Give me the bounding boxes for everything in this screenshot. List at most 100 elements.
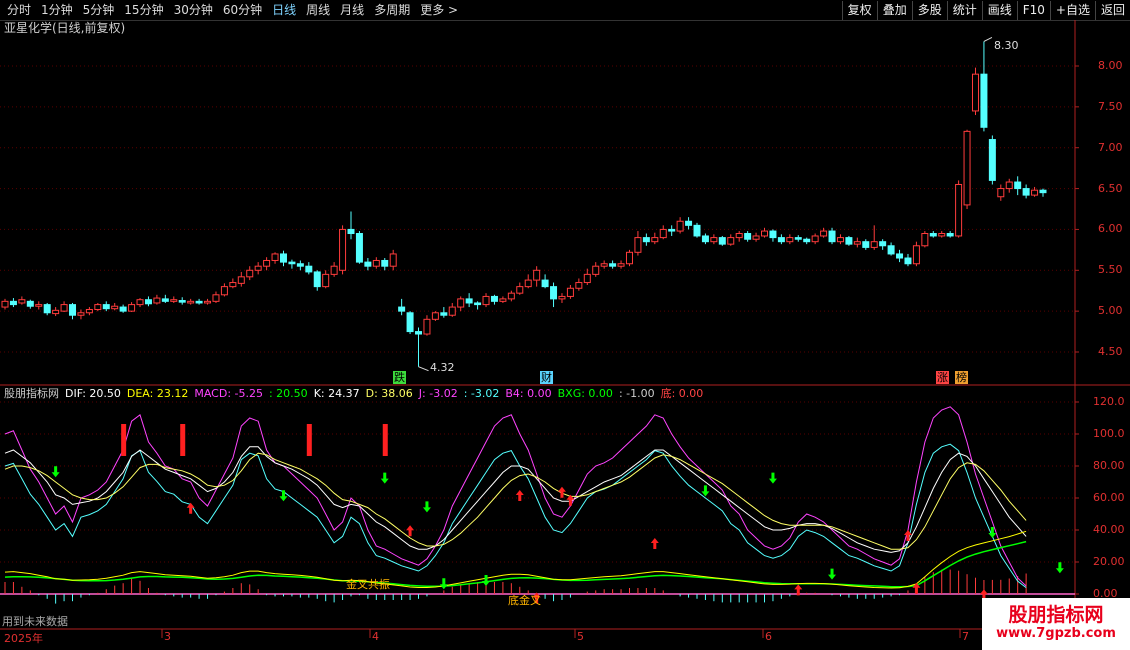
action-button-3[interactable]: 统计 bbox=[946, 0, 982, 20]
candle-body bbox=[524, 279, 532, 288]
candle-body bbox=[212, 294, 220, 302]
action-button-4[interactable]: 画线 bbox=[981, 0, 1017, 20]
candle-body bbox=[1022, 188, 1030, 196]
low-price-label: 4.32 bbox=[430, 361, 455, 374]
candle-body bbox=[752, 235, 760, 240]
candle-body bbox=[710, 237, 718, 243]
candle-body bbox=[625, 251, 633, 265]
candle-body bbox=[431, 312, 439, 320]
candle-body bbox=[921, 233, 929, 247]
price-tick-label: 8.00 bbox=[1098, 59, 1123, 72]
di-value: 底: 0.00 bbox=[660, 387, 704, 400]
period-tab-3[interactable]: 15分钟 bbox=[119, 0, 168, 20]
dif-value: DIF: 20.50 bbox=[65, 387, 121, 400]
candle-body bbox=[600, 263, 608, 267]
candle-body bbox=[575, 282, 583, 289]
price-tick-label: 4.50 bbox=[1098, 345, 1123, 358]
candle-body bbox=[583, 273, 591, 284]
price-tick-label: 6.00 bbox=[1098, 222, 1123, 236]
period-tab-1[interactable]: 1分钟 bbox=[36, 0, 78, 20]
candle-body bbox=[904, 257, 912, 265]
indicator-name[interactable]: 股朋指标网 bbox=[4, 387, 59, 401]
down-arrow-icon bbox=[768, 472, 777, 484]
price-tick-label: 7.00 bbox=[1098, 140, 1123, 154]
b4-value: B4: 0.00 bbox=[505, 387, 552, 400]
period-tab-2[interactable]: 5分钟 bbox=[78, 0, 120, 20]
ind-tick-label: 120.0 bbox=[1093, 395, 1125, 408]
candle-body bbox=[18, 299, 26, 304]
down-arrow-icon bbox=[1055, 562, 1064, 574]
candle-body bbox=[853, 241, 861, 245]
watermark-title: 股朋指标网 bbox=[1008, 604, 1104, 626]
period-tab-10[interactable]: 更多 > bbox=[415, 0, 463, 20]
candle-body bbox=[870, 241, 878, 248]
action-button-6[interactable]: +自选 bbox=[1049, 0, 1095, 20]
candle-body bbox=[69, 304, 77, 316]
v1-value: : 20.50 bbox=[268, 387, 308, 400]
candle-body bbox=[26, 300, 34, 307]
period-tab-6[interactable]: 日线 bbox=[267, 0, 301, 20]
annot-bottom-cross: 底金叉 bbox=[508, 594, 541, 607]
k-line bbox=[4, 446, 1027, 553]
marker-zhang: 涨 bbox=[936, 371, 949, 384]
candle-body bbox=[744, 233, 752, 240]
action-button-5[interactable]: F10 bbox=[1016, 0, 1050, 20]
candle-body bbox=[263, 259, 271, 267]
period-tab-9[interactable]: 多周期 bbox=[369, 0, 415, 20]
action-button-7[interactable]: 返回 bbox=[1094, 0, 1130, 20]
candle-body bbox=[769, 230, 777, 239]
candle-body bbox=[735, 233, 743, 239]
candle-body bbox=[229, 282, 237, 288]
candle-body bbox=[279, 253, 287, 263]
dea-line bbox=[4, 530, 1027, 589]
bxg-value: BXG: 0.00 bbox=[557, 387, 613, 400]
high-pointer bbox=[983, 37, 993, 42]
watermark-logo: 股朋指标网 www.7gpzb.com bbox=[982, 598, 1130, 650]
candle-body bbox=[786, 237, 794, 243]
date-label: 4 bbox=[372, 630, 379, 643]
ind-tick-label: 100.0 bbox=[1093, 427, 1125, 440]
down-arrow-icon bbox=[828, 568, 837, 580]
period-tab-5[interactable]: 60分钟 bbox=[218, 0, 267, 20]
candle-body bbox=[415, 331, 423, 335]
candle-body bbox=[651, 237, 659, 243]
price-tick-label: 5.50 bbox=[1098, 263, 1123, 277]
period-tab-0[interactable]: 分时 bbox=[2, 0, 36, 20]
period-tab-4[interactable]: 30分钟 bbox=[169, 0, 218, 20]
candle-body bbox=[170, 299, 178, 302]
candle-body bbox=[955, 183, 963, 237]
date-label: 3 bbox=[164, 630, 171, 643]
candle-body bbox=[355, 233, 363, 263]
k-value: K: 24.37 bbox=[313, 387, 360, 400]
action-button-1[interactable]: 叠加 bbox=[876, 0, 912, 20]
date-label: 6 bbox=[765, 630, 772, 643]
red-bar-signal bbox=[121, 424, 127, 456]
annot-golden-cross: 金叉共振 bbox=[346, 578, 390, 591]
candle-body bbox=[727, 237, 735, 245]
action-button-2[interactable]: 多股 bbox=[911, 0, 947, 20]
candle-body bbox=[347, 228, 355, 235]
d-value: D: 38.06 bbox=[365, 387, 413, 400]
candle-body bbox=[204, 300, 212, 304]
candle-body bbox=[718, 237, 726, 245]
candle-body bbox=[153, 297, 161, 304]
date-label: 2025年 bbox=[4, 632, 43, 645]
candle-body bbox=[246, 269, 254, 278]
macd-value: MACD: -5.25 bbox=[194, 387, 263, 400]
period-tab-8[interactable]: 月线 bbox=[335, 0, 369, 20]
candle-body bbox=[398, 306, 406, 312]
candle-body bbox=[288, 261, 296, 265]
marker-bang: 榜 bbox=[955, 371, 968, 384]
marker-die: 跌 bbox=[393, 371, 406, 384]
action-button-0[interactable]: 复权 bbox=[841, 0, 877, 20]
stock-title[interactable]: 亚星化学(日线,前复权) bbox=[4, 22, 125, 35]
candle-body bbox=[988, 139, 996, 181]
candle-body bbox=[220, 286, 228, 296]
candle-body bbox=[761, 230, 769, 237]
candle-body bbox=[912, 245, 920, 265]
period-tab-7[interactable]: 周线 bbox=[301, 0, 335, 20]
candle-body bbox=[896, 253, 904, 259]
v2-value: : -3.02 bbox=[463, 387, 500, 400]
candle-body bbox=[9, 300, 17, 306]
future-data-note: 用到未来数据 bbox=[2, 615, 68, 628]
